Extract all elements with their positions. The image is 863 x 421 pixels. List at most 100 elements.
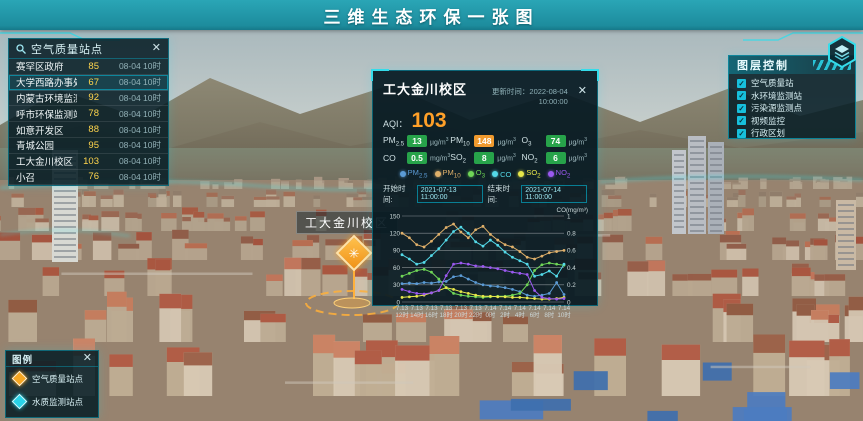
legend-label: O3 — [476, 168, 485, 180]
legend-label: NO2 — [556, 168, 571, 180]
legend-dot — [435, 171, 441, 177]
legend-dot — [492, 171, 498, 177]
svg-text:30: 30 — [393, 282, 401, 289]
map-legend-title: 图例 — [12, 352, 83, 366]
station-row[interactable]: 如意开发区8808-04 10时 — [9, 122, 168, 138]
checkbox-icon[interactable]: ✓ — [737, 129, 746, 138]
map-legend-label: 空气质量站点 — [32, 373, 83, 385]
checkbox-icon[interactable]: ✓ — [737, 104, 746, 113]
legend-label: CO — [500, 170, 511, 179]
legend-item[interactable]: PM10 — [435, 168, 461, 180]
search-icon — [16, 44, 26, 54]
station-aqi-value: 76 — [77, 171, 99, 182]
svg-text:0.8: 0.8 — [567, 230, 576, 237]
legend-dot — [468, 171, 474, 177]
station-row[interactable]: 内蒙古环境监测站9208-04 10时 — [9, 91, 168, 107]
start-time-input[interactable]: 2021-07-13 11:00:00 — [417, 185, 483, 203]
station-row[interactable]: 呼市环保监测站7808-04 10时 — [9, 106, 168, 122]
legend-item[interactable]: SO2 — [518, 168, 540, 180]
pollutant-value-badge: 6 — [546, 152, 566, 164]
station-time: 08-04 10时 — [99, 76, 161, 88]
legend-item[interactable]: CO — [492, 168, 511, 180]
pollutant-unit: µg/m3 — [497, 137, 515, 146]
pollutant-cell: NO26µg/m3 — [522, 152, 587, 165]
station-rows: 赛罕区政府8508-04 10时大学西路办事处6708-04 10时内蒙古环境监… — [9, 59, 168, 185]
layer-label: 空气质量站 — [751, 77, 794, 89]
layer-toggle-row[interactable]: ✓水环境监测站 — [737, 90, 847, 103]
station-row[interactable]: 赛罕区政府8508-04 10时 — [9, 59, 168, 75]
app-header: 三维生态环保一张图 — [0, 0, 863, 30]
svg-text:7.148时: 7.148时 — [543, 305, 556, 319]
legend-dot — [400, 171, 406, 177]
update-time-label: 更新时间： — [492, 87, 530, 96]
station-aqi-value: 92 — [77, 92, 99, 103]
pollutant-value-badge: 8 — [474, 152, 494, 164]
end-time-input[interactable]: 2021-07-14 11:00:00 — [521, 185, 587, 203]
map-legend-header: 图例 ✕ — [6, 351, 98, 367]
close-icon[interactable]: ✕ — [578, 86, 587, 97]
pollutant-name: NO2 — [522, 152, 546, 165]
layer-toggle-row[interactable]: ✓ 行政区划 — [737, 127, 847, 140]
pollutant-value-badge: 0.5 — [407, 152, 427, 164]
checkbox-icon[interactable]: ✓ — [737, 91, 746, 100]
close-icon[interactable]: ✕ — [83, 353, 92, 364]
close-icon[interactable]: ✕ — [152, 43, 161, 54]
pollutant-grid: PM2.513µg/m3PM10148µg/m3O374µg/m3CO0.5mg… — [383, 135, 587, 164]
station-name: 小召 — [16, 170, 77, 184]
station-name: 大学西路办事处 — [16, 75, 77, 89]
station-row[interactable]: 青城公园9508-04 10时 — [9, 138, 168, 154]
station-aqi-value: 85 — [77, 61, 99, 72]
legend-item[interactable]: O3 — [468, 168, 485, 180]
layers-hexagon-icon[interactable] — [827, 36, 857, 73]
start-time-label: 开始时间: — [383, 183, 412, 205]
time-range-row: 开始时间: 2021-07-13 11:00:00 结束时间: 2021-07-… — [383, 183, 587, 205]
svg-text:7.1322时: 7.1322时 — [469, 305, 483, 319]
legend-label: PM2.5 — [408, 168, 428, 180]
map-legend-item[interactable]: 水质监测站点 — [6, 390, 98, 413]
aqi-label: AQI： — [383, 117, 408, 130]
map-legend-panel: 图例 ✕ 空气质量站点水质监测站点 — [5, 350, 99, 418]
svg-text:7.1320时: 7.1320时 — [454, 305, 468, 319]
svg-text:7.140时: 7.140时 — [484, 305, 497, 319]
pollutant-value-badge: 148 — [474, 135, 494, 147]
svg-text:0.4: 0.4 — [567, 265, 576, 272]
legend-item[interactable]: NO2 — [548, 168, 571, 180]
station-aqi-value: 78 — [77, 108, 99, 119]
checkbox-icon[interactable]: ✓ — [737, 116, 746, 125]
station-row[interactable]: 大学西路办事处6708-04 10时 — [9, 75, 168, 91]
layer-toggle-row[interactable]: ✓污染源监测点 — [737, 102, 847, 115]
pollutant-cell: PM2.513µg/m3 — [383, 135, 450, 148]
pollutant-unit: µg/m3 — [569, 137, 587, 146]
map-legend-items: 空气质量站点水质监测站点 — [6, 367, 98, 413]
station-row[interactable]: 工大金川校区10308-04 10时 — [9, 154, 168, 170]
pollutant-cell: PM10148µg/m3 — [450, 135, 521, 148]
station-time: 08-04 10时 — [99, 60, 161, 72]
station-time: 08-04 10时 — [99, 171, 161, 183]
layer-toggle-row[interactable]: ✓ 空气质量站 — [737, 77, 847, 90]
station-time: 08-04 10时 — [99, 92, 161, 104]
pollutant-cell: SO28µg/m3 — [450, 152, 521, 165]
station-aqi-value: 103 — [77, 156, 99, 167]
station-aqi-value: 67 — [77, 77, 99, 88]
station-aqi-value: 95 — [77, 140, 99, 151]
pollutant-name: SO2 — [450, 152, 474, 165]
layer-label: 行政区划 — [751, 127, 785, 139]
pollutant-unit: µg/m3 — [430, 137, 448, 146]
svg-text:7.1410时: 7.1410时 — [557, 305, 571, 319]
popup-title: 工大金川校区 — [383, 79, 467, 98]
layer-toggle-row[interactable]: ✓视频监控 — [737, 115, 847, 128]
checkbox-icon[interactable]: ✓ — [737, 79, 746, 88]
svg-text:0.6: 0.6 — [567, 248, 576, 255]
svg-text:7.146时: 7.146时 — [528, 305, 541, 319]
map-legend-item[interactable]: 空气质量站点 — [6, 367, 98, 390]
legend-item[interactable]: PM2.5 — [400, 168, 428, 180]
pollutant-unit: µg/m3 — [497, 153, 515, 162]
update-time-value: 2022-08-04 10:00:00 — [529, 87, 567, 106]
svg-text:90: 90 — [393, 248, 401, 255]
station-row[interactable]: 小召7608-04 10时 — [9, 170, 168, 186]
svg-text:7.1314时: 7.1314时 — [410, 305, 424, 319]
station-time: 08-04 10时 — [99, 108, 161, 120]
aqi-value: 103 — [412, 109, 447, 133]
pollutant-unit: µg/m3 — [569, 153, 587, 162]
station-list-header: 空气质量站点 ✕ — [9, 39, 168, 59]
